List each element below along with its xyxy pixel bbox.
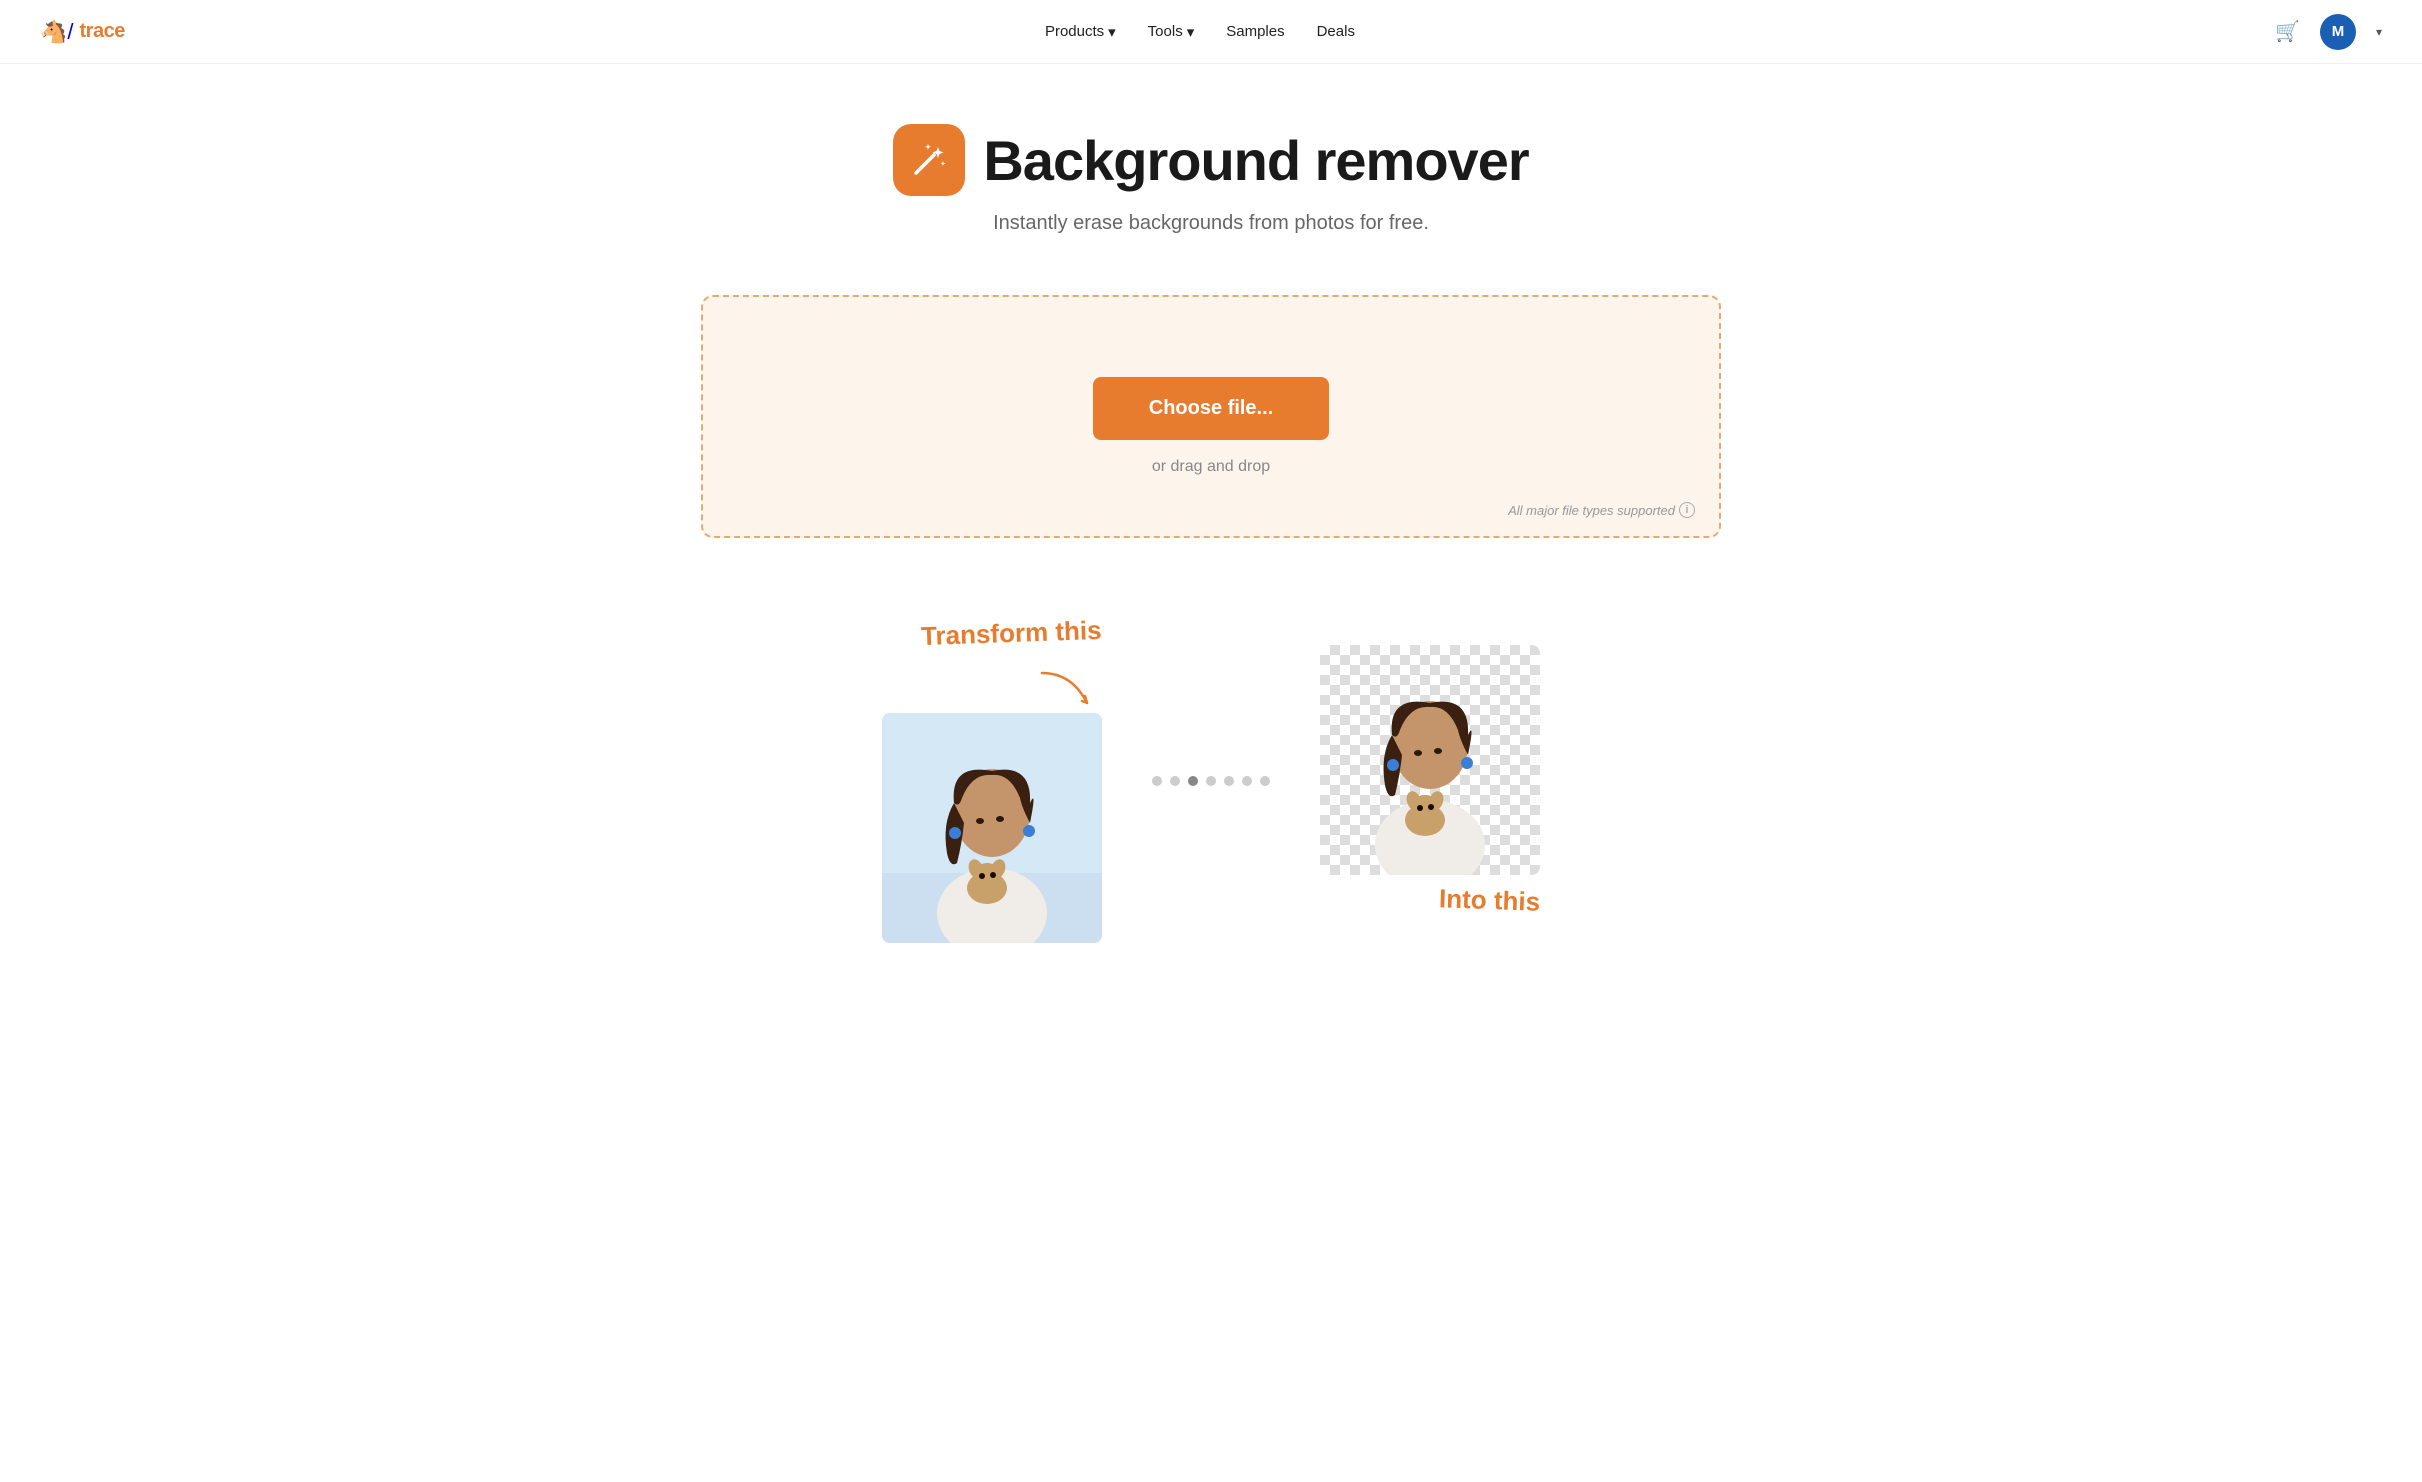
dot-6: [1242, 776, 1252, 786]
demo-section: Transform this: [661, 598, 1761, 983]
logo[interactable]: 🐴/ trace: [40, 19, 125, 45]
dot-1: [1152, 776, 1162, 786]
upload-dropzone[interactable]: Choose file... or drag and drop All majo…: [701, 295, 1721, 538]
drag-drop-label: or drag and drop: [1152, 458, 1270, 476]
nav-links: Products ▾ Tools ▾ Samples Deals: [1045, 23, 1355, 41]
nav-samples-label: Samples: [1226, 23, 1284, 40]
transform-arrow-icon: [1032, 663, 1102, 713]
transform-label: Transform this: [921, 615, 1103, 652]
hero-title-wrap: Background remover: [20, 124, 2402, 196]
nav-deals-label: Deals: [1317, 23, 1355, 40]
cart-icon[interactable]: 🛒: [2275, 19, 2300, 44]
result-photo-svg: [1320, 645, 1540, 875]
app-icon: [893, 124, 965, 196]
hero-section: Background remover Instantly erase backg…: [0, 64, 2422, 275]
progress-dots: [1122, 776, 1300, 786]
nav-tools[interactable]: Tools ▾: [1148, 23, 1195, 41]
chevron-down-icon: ▾: [1187, 23, 1195, 41]
demo-right: ✦: [1320, 645, 1540, 916]
avatar-caret-icon[interactable]: ▾: [2376, 25, 2382, 39]
dot-4: [1206, 776, 1216, 786]
avatar[interactable]: M: [2320, 14, 2356, 50]
nav-right: 🛒 M ▾: [2275, 14, 2382, 50]
chevron-down-icon: ▾: [1108, 23, 1116, 41]
choose-file-button[interactable]: Choose file...: [1093, 377, 1329, 440]
navbar: 🐴/ trace Products ▾ Tools ▾ Samples Deal…: [0, 0, 2422, 64]
info-icon[interactable]: i: [1679, 502, 1695, 518]
dot-7: [1260, 776, 1270, 786]
original-photo-svg: [882, 713, 1102, 943]
nav-products-label: Products: [1045, 23, 1104, 40]
magic-wand-icon: [908, 139, 950, 181]
dot-3: [1188, 776, 1198, 786]
file-types-text: All major file types supported: [1508, 503, 1675, 518]
dot-5: [1224, 776, 1234, 786]
demo-left: Transform this: [882, 618, 1102, 943]
file-types-info: All major file types supported i: [1508, 502, 1695, 518]
into-label: Into this: [1438, 883, 1540, 918]
dot-2: [1170, 776, 1180, 786]
avatar-initial: M: [2332, 23, 2345, 40]
result-photo: ✦: [1320, 645, 1540, 875]
hero-subtitle: Instantly erase backgrounds from photos …: [20, 212, 2402, 235]
nav-deals[interactable]: Deals: [1317, 23, 1355, 40]
logo-text: trace: [80, 20, 125, 43]
page-title: Background remover: [983, 128, 1528, 193]
nav-products[interactable]: Products ▾: [1045, 23, 1116, 41]
upload-section: Choose file... or drag and drop All majo…: [661, 275, 1761, 598]
nav-tools-label: Tools: [1148, 23, 1183, 40]
original-photo: [882, 713, 1102, 943]
nav-samples[interactable]: Samples: [1226, 23, 1284, 40]
logo-horse-icon: 🐴/: [40, 19, 74, 45]
